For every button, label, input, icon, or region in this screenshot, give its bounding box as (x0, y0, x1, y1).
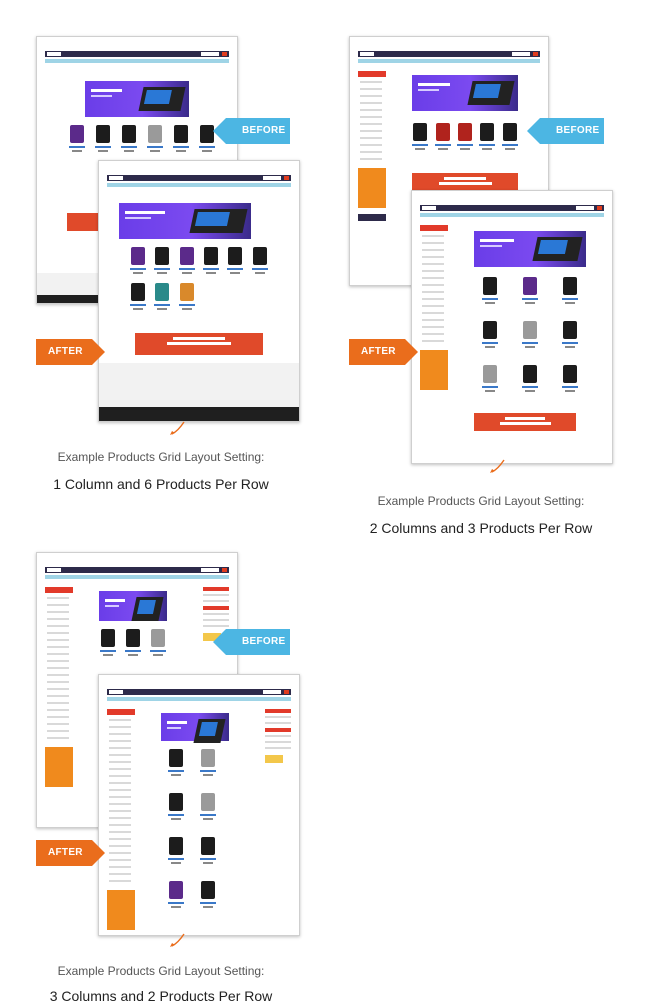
caption-main: 1 Column and 6 Products Per Row (53, 476, 269, 492)
after-screenshot-2col (411, 190, 613, 464)
product-card (197, 837, 219, 867)
product-card (226, 247, 244, 277)
caption-sub: Example Products Grid Layout Setting: (57, 964, 265, 978)
shipping-strip (107, 183, 291, 187)
after-label: AFTER (48, 847, 83, 858)
product-card (554, 365, 586, 395)
store-nav-bar (358, 51, 540, 57)
product-card (148, 629, 167, 659)
product-card (474, 321, 506, 351)
store-nav-bar (420, 205, 604, 211)
product-card (153, 283, 171, 313)
product-card (165, 749, 187, 779)
hero-banner (99, 591, 167, 621)
caption-main: 3 Columns and 2 Products Per Row (49, 988, 273, 1003)
product-card (251, 247, 269, 277)
product-card (501, 123, 518, 153)
product-grid (474, 277, 586, 395)
left-sidebar (45, 587, 73, 797)
product-card (434, 123, 451, 153)
store-footer (99, 363, 299, 421)
hero-banner (161, 713, 229, 743)
brands-event-banner (474, 413, 576, 431)
product-card (124, 629, 143, 659)
after-label: AFTER (361, 346, 396, 357)
product-card (514, 277, 546, 307)
product-card (165, 793, 187, 823)
before-tag: BEFORE (213, 118, 290, 144)
product-card (99, 629, 118, 659)
hero-banner (119, 203, 251, 239)
before-label: BEFORE (242, 636, 286, 647)
caption-example-3: Example Products Grid Layout Setting: 3 … (20, 964, 302, 1003)
after-tag: AFTER (36, 840, 105, 866)
caption-example-2: Example Products Grid Layout Setting: 2 … (340, 494, 622, 536)
product-card (554, 321, 586, 351)
product-card (178, 283, 196, 313)
right-sidebar (265, 709, 291, 763)
curved-arrow-down-left-icon (170, 421, 185, 435)
product-grid (129, 247, 269, 313)
product-card (554, 277, 586, 307)
product-card (514, 365, 546, 395)
after-label: AFTER (48, 346, 83, 357)
after-screenshot-3col (98, 674, 300, 936)
store-nav-bar (107, 689, 291, 695)
hero-banner (474, 231, 586, 267)
left-sidebar (107, 709, 135, 930)
product-card (165, 881, 187, 911)
product-card (119, 125, 139, 155)
product-card (474, 365, 506, 395)
product-card (165, 837, 187, 867)
left-sidebar (420, 225, 448, 433)
brands-event-banner (135, 333, 263, 355)
left-sidebar (358, 71, 386, 255)
product-card (153, 247, 171, 277)
product-grid (412, 123, 518, 153)
product-grid (99, 629, 167, 659)
product-grid (67, 125, 217, 155)
shipping-strip (107, 697, 291, 701)
hero-banner (85, 81, 189, 117)
shipping-strip (358, 59, 540, 63)
product-card (514, 321, 546, 351)
hero-banner (412, 75, 518, 111)
product-card (474, 277, 506, 307)
product-card (456, 123, 473, 153)
curved-arrow-down-left-icon (490, 459, 505, 473)
product-card (129, 247, 147, 277)
shipping-strip (420, 213, 604, 217)
product-card (197, 793, 219, 823)
product-card (129, 283, 147, 313)
product-card (171, 125, 191, 155)
shipping-strip (45, 59, 229, 63)
after-screenshot-1col (98, 160, 300, 422)
product-card (202, 247, 220, 277)
shipping-strip (45, 575, 229, 579)
product-card (93, 125, 113, 155)
caption-main: 2 Columns and 3 Products Per Row (369, 520, 593, 536)
product-card (178, 247, 196, 277)
product-card (67, 125, 87, 155)
caption-sub: Example Products Grid Layout Setting: (377, 494, 585, 508)
before-tag: BEFORE (527, 118, 604, 144)
store-nav-bar (107, 175, 291, 181)
product-card (197, 749, 219, 779)
after-tag: AFTER (349, 339, 418, 365)
caption-example-1: Example Products Grid Layout Setting: 1 … (20, 450, 302, 492)
product-card (479, 123, 496, 153)
store-nav-bar (45, 51, 229, 57)
before-label: BEFORE (242, 125, 286, 136)
product-card (197, 881, 219, 911)
caption-sub: Example Products Grid Layout Setting: (57, 450, 265, 464)
after-tag: AFTER (36, 339, 105, 365)
product-card (145, 125, 165, 155)
product-card (412, 123, 429, 153)
store-nav-bar (45, 567, 229, 573)
before-tag: BEFORE (213, 629, 290, 655)
product-grid (165, 749, 219, 911)
before-label: BEFORE (556, 125, 600, 136)
curved-arrow-down-left-icon (170, 933, 185, 947)
brands-event-banner (412, 173, 518, 191)
